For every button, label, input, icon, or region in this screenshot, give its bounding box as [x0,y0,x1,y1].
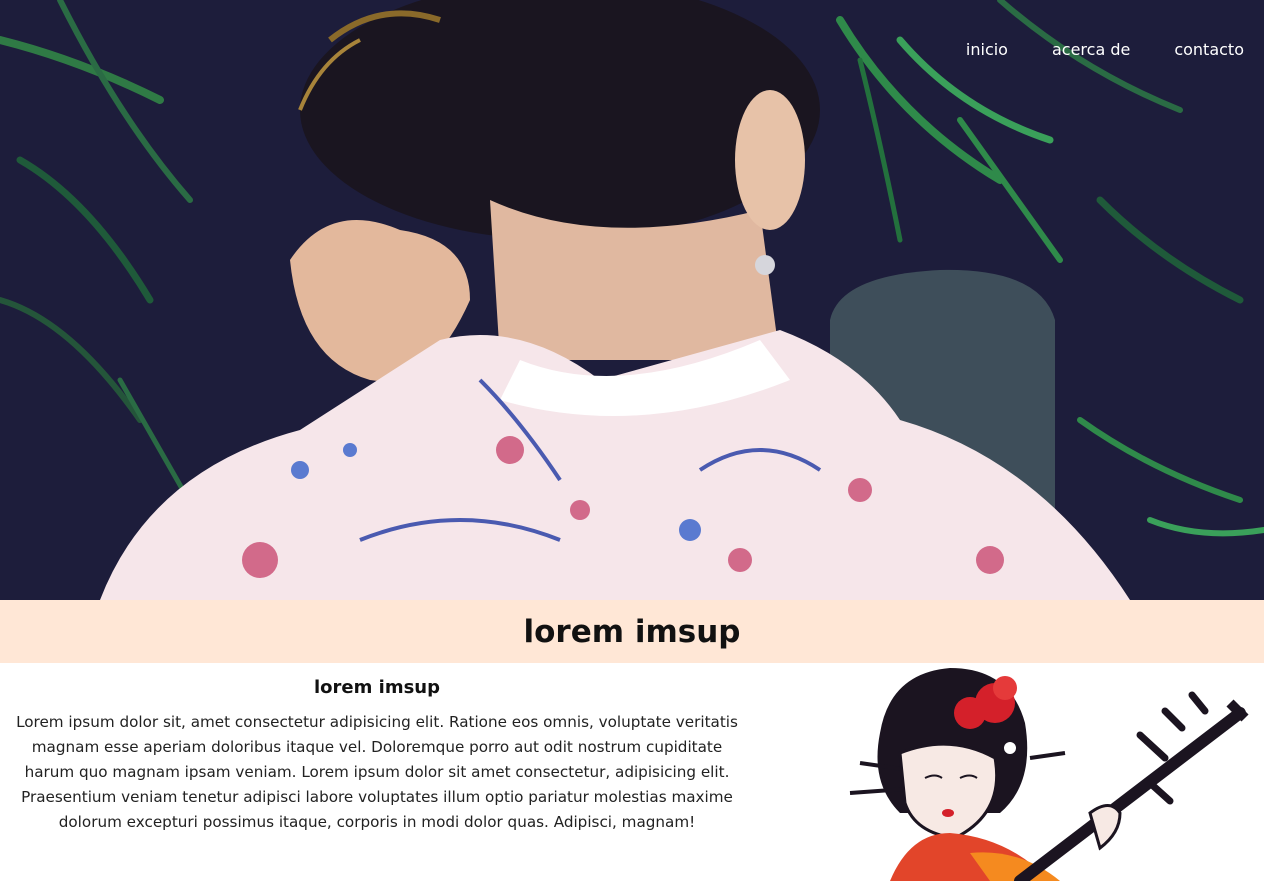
banner-title: lorem imsup [523,613,741,650]
content-section: lorem imsup Lorem ipsum dolor sit, amet … [0,663,1264,881]
kimono-woman-photo [0,0,1264,600]
nav-item-acerca-de[interactable]: acerca de [1052,40,1130,59]
geisha-shamisen-illustration [849,668,1249,881]
top-nav: inicio acerca de contacto [966,40,1244,59]
nav-item-contacto[interactable]: contacto [1174,40,1244,59]
title-banner: lorem imsup [0,600,1264,663]
nav-item-inicio[interactable]: inicio [966,40,1008,59]
section-paragraph: Lorem ipsum dolor sit, amet consectetur … [16,713,738,831]
section-heading: lorem imsup [314,677,440,698]
text-column: lorem imsup Lorem ipsum dolor sit, amet … [8,663,746,835]
hero-image: inicio acerca de contacto [0,0,1264,600]
geisha-illustration [820,663,1264,881]
